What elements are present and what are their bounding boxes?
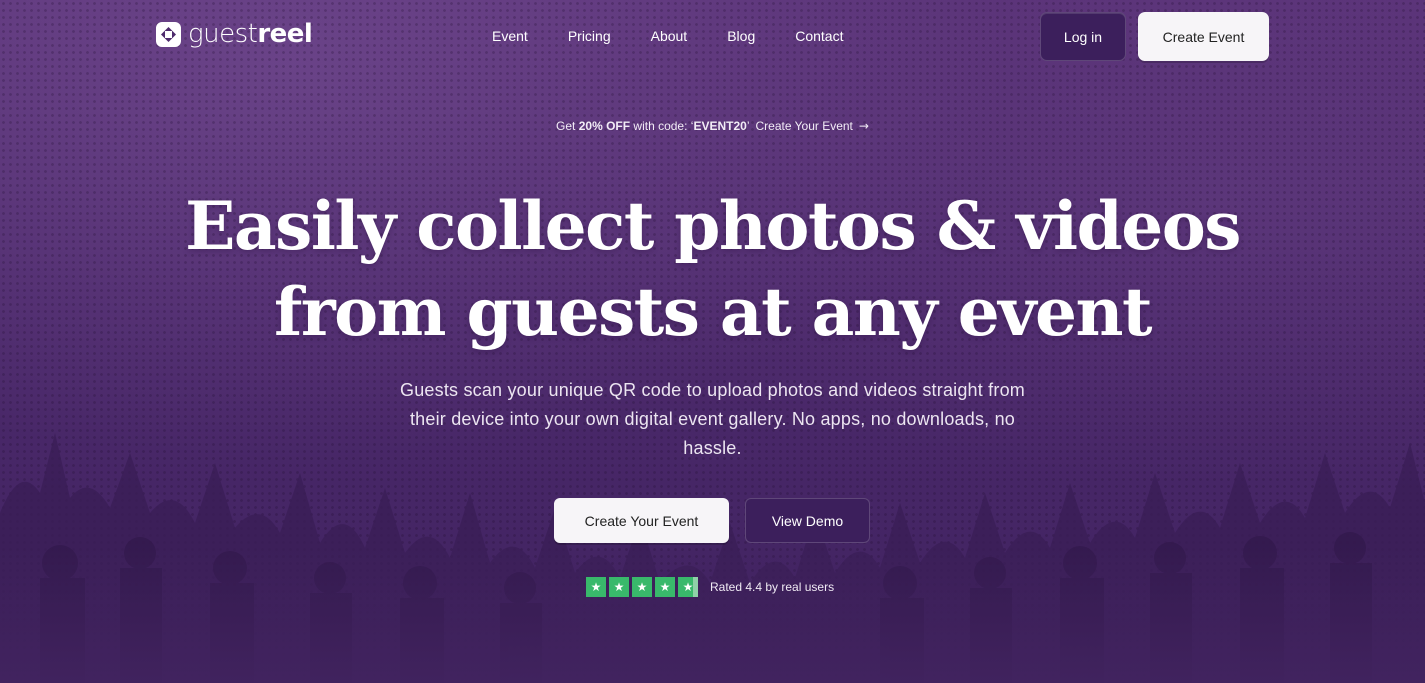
nav-link-pricing[interactable]: Pricing	[568, 27, 611, 45]
main-nav: Event Pricing About Blog Contact	[492, 27, 883, 45]
rating-text: Rated 4.4 by real users	[710, 580, 835, 594]
create-event-button[interactable]: Create Event	[1138, 12, 1269, 61]
hero-create-event-button[interactable]: Create Your Event	[554, 498, 729, 543]
view-demo-button[interactable]: View Demo	[745, 498, 870, 543]
star-partial-icon: ★	[678, 577, 698, 597]
promo-cta-link[interactable]: Create Your Event	[755, 119, 852, 133]
logo-wordmark: guestreel	[188, 19, 313, 49]
logo-bold-text: reel	[257, 19, 313, 49]
login-button[interactable]: Log in	[1040, 12, 1126, 61]
hero-subtitle: Guests scan your unique QR code to uploa…	[400, 380, 1025, 458]
nav-link-about[interactable]: About	[651, 27, 688, 45]
arrow-right-icon: →	[858, 119, 869, 133]
rating-widget: ★ ★ ★ ★ ★ Rated 4.4 by real users	[586, 577, 834, 597]
brand-logo[interactable]: guestreel	[155, 19, 313, 49]
star-icon: ★	[655, 577, 675, 597]
star-icon: ★	[609, 577, 629, 597]
nav-link-event[interactable]: Event	[492, 27, 528, 45]
promo-banner[interactable]: Get 20% OFF with code: ‘EVENT20’ Create Y…	[0, 118, 1425, 134]
promo-prefix: Get	[556, 119, 579, 133]
nav-link-blog[interactable]: Blog	[727, 27, 755, 45]
promo-suffix: ’	[746, 119, 750, 133]
headline-line-2: from guests at any event	[273, 273, 1153, 351]
promo-discount: 20% OFF	[578, 119, 631, 133]
promo-code: EVENT20	[693, 119, 747, 133]
nav-link-contact[interactable]: Contact	[795, 27, 843, 45]
star-icon: ★	[632, 577, 652, 597]
headline-line-1: Easily collect photos & videos	[185, 187, 1241, 265]
star-icon: ★	[586, 577, 606, 597]
logo-mark-icon	[156, 21, 181, 47]
hero-headline: Easily collect photos & videos from gues…	[0, 183, 1425, 355]
logo-light-text: guest	[188, 19, 258, 49]
promo-middle: with code: ‘	[630, 119, 694, 133]
bottom-fade	[0, 543, 1425, 683]
